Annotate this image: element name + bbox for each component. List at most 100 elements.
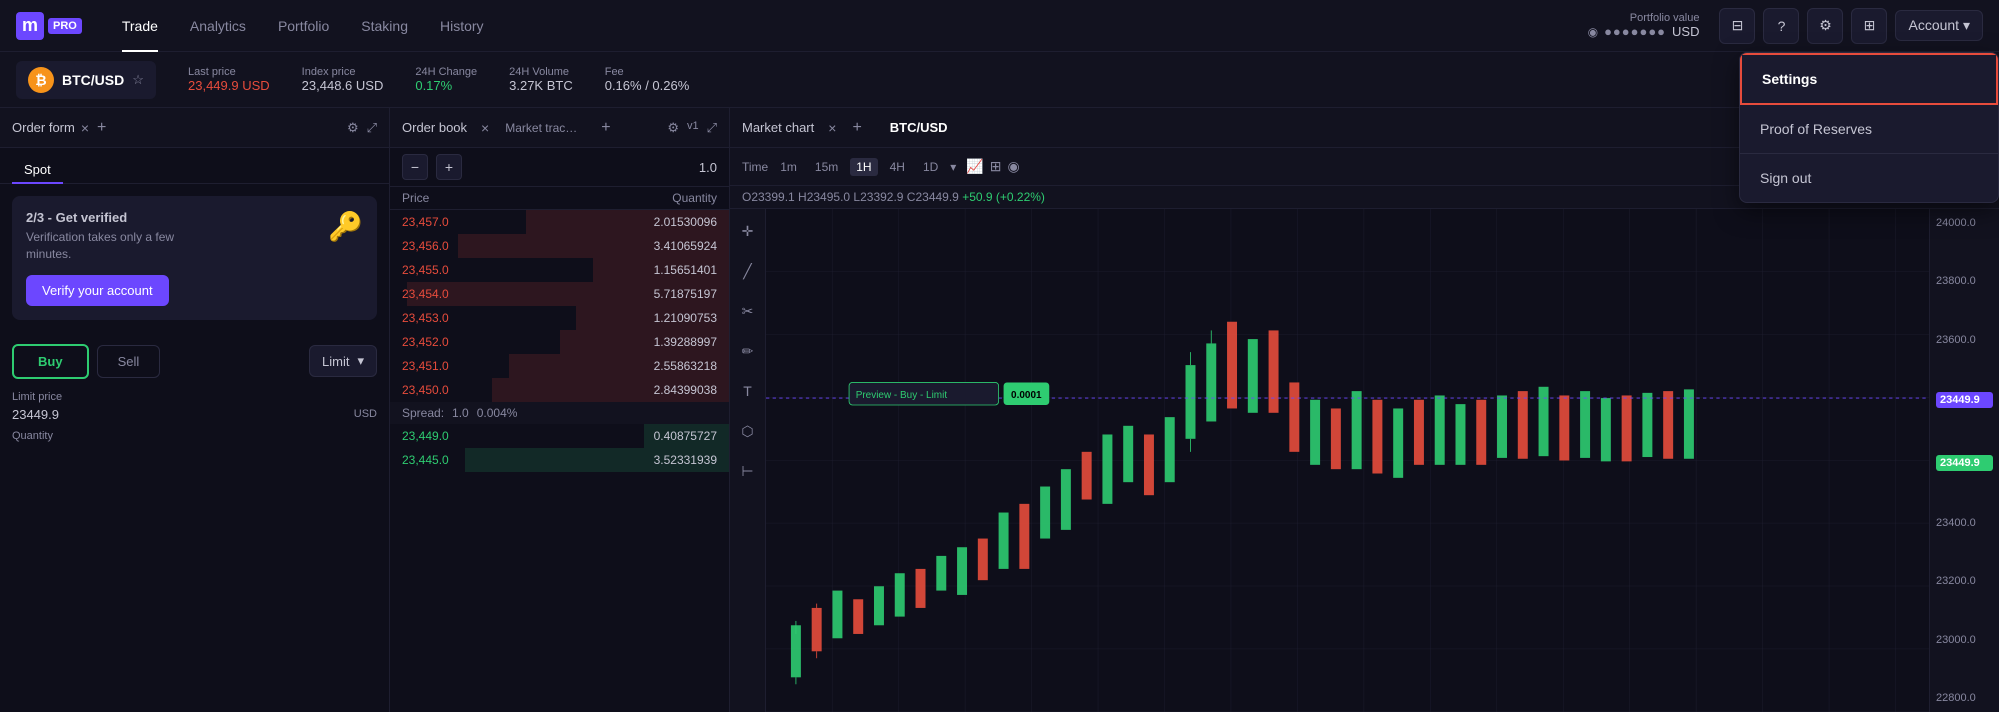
sell-button[interactable]: Sell (97, 345, 161, 378)
order-book-close-icon[interactable]: × (481, 120, 489, 136)
change-display: 24H Change 0.17% (415, 66, 477, 93)
nav-history[interactable]: History (424, 0, 500, 52)
grid-menu-btn[interactable]: ⊞ (1851, 8, 1887, 44)
price-23600: 23600.0 (1936, 334, 1993, 346)
trading-pair-selector[interactable]: ₿ BTC/USD ☆ (16, 61, 156, 99)
limit-price-currency: USD (354, 408, 377, 420)
candlestick-chart: Preview - Buy - Limit 0.0001 (766, 209, 1929, 712)
verification-body: Verification takes only a fewminutes. (26, 229, 174, 263)
chart-type-candle-icon[interactable]: ⊞ (990, 158, 1002, 175)
market-trace-tab[interactable]: Market trac… (497, 117, 585, 139)
ob-depth-value: 1.0 (699, 160, 717, 175)
trend-line-tool[interactable]: ╱ (734, 257, 762, 285)
settings-menu-item[interactable]: Settings (1740, 53, 1998, 105)
measure-tool[interactable]: ⊢ (734, 457, 762, 485)
chart-add-icon[interactable]: + (852, 119, 861, 137)
order-form-tabs: Spot (0, 148, 389, 184)
buy-button[interactable]: Buy (12, 344, 89, 379)
svg-text:0.0001: 0.0001 (1011, 390, 1042, 401)
order-book-add-icon[interactable]: + (601, 119, 610, 137)
time-1d-btn[interactable]: 1D (917, 158, 944, 176)
nav-analytics[interactable]: Analytics (174, 0, 262, 52)
proof-of-reserves-menu-item[interactable]: Proof of Reserves (1740, 105, 1998, 154)
order-book-expand-icon[interactable]: ⤢ (707, 120, 717, 136)
account-button[interactable]: Account ▾ (1895, 10, 1983, 41)
settings-sliders-btn[interactable]: ⚙ (1807, 8, 1843, 44)
time-15m-btn[interactable]: 15m (809, 158, 844, 176)
order-form-close-icon[interactable]: × (81, 120, 89, 136)
sell-order-row[interactable]: 23,456.03.41065924 (390, 234, 729, 258)
sell-order-row[interactable]: 23,454.05.71875197 (390, 282, 729, 306)
chart-close-icon[interactable]: × (828, 120, 836, 136)
nav-trade[interactable]: Trade (106, 0, 174, 52)
time-more-icon[interactable]: ▾ (950, 160, 956, 174)
portfolio-label: Portfolio value (1630, 12, 1700, 24)
logo-pro-badge: PRO (48, 18, 82, 34)
order-form-settings-icon[interactable]: ⚙ (347, 120, 359, 136)
last-price-display: Last price 23,449.9 USD (188, 66, 270, 93)
order-book-title: Order book (402, 120, 467, 135)
sell-order-row[interactable]: 23,450.02.84399038 (390, 378, 729, 402)
node-tool[interactable]: ⬡ (734, 417, 762, 445)
account-dropdown-menu: Settings Proof of Reserves Sign out (1739, 52, 1999, 203)
verification-text: 2/3 - Get verified Verification takes on… (26, 210, 174, 306)
ob-qty-col-header: Quantity (560, 191, 718, 205)
dropdown-chevron-icon: ▾ (357, 353, 364, 369)
order-form-title: Order form (12, 120, 75, 135)
index-price-display: Index price 23,448.6 USD (302, 66, 384, 93)
text-tool[interactable]: T (734, 377, 762, 405)
sell-order-row[interactable]: 23,453.01.21090753 (390, 306, 729, 330)
spot-tab[interactable]: Spot (12, 156, 63, 183)
pair-name: BTC/USD (62, 72, 124, 88)
order-form-add-icon[interactable]: + (97, 119, 106, 137)
order-book-panel: Order book × Market trac… + ⚙ v1 ⤢ − + 1… (390, 108, 730, 712)
sell-order-row[interactable]: 23,452.01.39288997 (390, 330, 729, 354)
crosshair-tool[interactable]: ✛ (734, 217, 762, 245)
buy-sell-row: Buy Sell Limit ▾ (0, 332, 389, 391)
ob-table-header: Price Quantity (390, 187, 729, 210)
time-label: Time (742, 160, 768, 174)
sell-order-row[interactable]: 23,457.02.01530096 (390, 210, 729, 234)
nav-portfolio[interactable]: Portfolio (262, 0, 345, 52)
order-type-select[interactable]: Limit ▾ (309, 345, 377, 377)
price-23000: 23000.0 (1936, 634, 1993, 646)
nav-staking[interactable]: Staking (345, 0, 424, 52)
order-form-expand-icon[interactable]: ⤢ (367, 120, 377, 136)
account-label: Account ▾ (1908, 17, 1970, 34)
hide-balance-icon[interactable]: ◉ (1588, 25, 1598, 39)
time-1h-btn[interactable]: 1H (850, 158, 877, 176)
chart-eye-icon[interactable]: ◉ (1007, 158, 1019, 175)
verify-account-button[interactable]: Verify your account (26, 275, 169, 306)
logo[interactable]: m PRO (16, 12, 82, 40)
buy-order-row[interactable]: 23,449.00.40875727 (390, 424, 729, 448)
favorite-star-icon[interactable]: ☆ (132, 72, 144, 88)
price-axis: 24000.0 23800.0 23600.0 23449.9 23449.9 … (1929, 209, 1999, 712)
volume-value: 3.27K BTC (509, 78, 573, 93)
sell-order-row[interactable]: 23,451.02.55863218 (390, 354, 729, 378)
spread-value: 1.0 (452, 406, 469, 420)
time-1m-btn[interactable]: 1m (774, 158, 803, 176)
buy-order-row[interactable]: 23,445.03.52331939 (390, 448, 729, 472)
last-price-value: 23,449.9 USD (188, 78, 270, 93)
ob-minus-btn[interactable]: − (402, 154, 428, 180)
price-23400: 23400.0 (1936, 517, 1993, 529)
order-form-header: Order form × + ⚙ ⤢ (0, 108, 389, 148)
ob-plus-btn[interactable]: + (436, 154, 462, 180)
sign-out-menu-item[interactable]: Sign out (1740, 154, 1998, 202)
spread-row: Spread: 1.0 0.004% (390, 402, 729, 424)
top-navigation: m PRO Trade Analytics Portfolio Staking … (0, 0, 1999, 52)
chart-tools-sidebar: ✛ ╱ ✂ ✏ T ⬡ ⊢ (730, 209, 766, 712)
order-book-settings-icon[interactable]: ⚙ (667, 120, 679, 136)
change-value: 0.17% (415, 78, 477, 93)
layout-icon-btn[interactable]: ⊟ (1719, 8, 1755, 44)
chart-svg-area: Preview - Buy - Limit 0.0001 (766, 209, 1929, 712)
price-23800: 23800.0 (1936, 275, 1993, 287)
chart-type-line-icon[interactable]: 📈 (966, 158, 983, 175)
chart-title: Market chart (742, 120, 814, 135)
main-content: Order form × + ⚙ ⤢ Spot 2/3 - Get verifi… (0, 108, 1999, 712)
sell-order-row[interactable]: 23,455.01.15651401 (390, 258, 729, 282)
scissors-tool[interactable]: ✂ (734, 297, 762, 325)
time-4h-btn[interactable]: 4H (884, 158, 911, 176)
help-icon-btn[interactable]: ? (1763, 8, 1799, 44)
pen-tool[interactable]: ✏ (734, 337, 762, 365)
